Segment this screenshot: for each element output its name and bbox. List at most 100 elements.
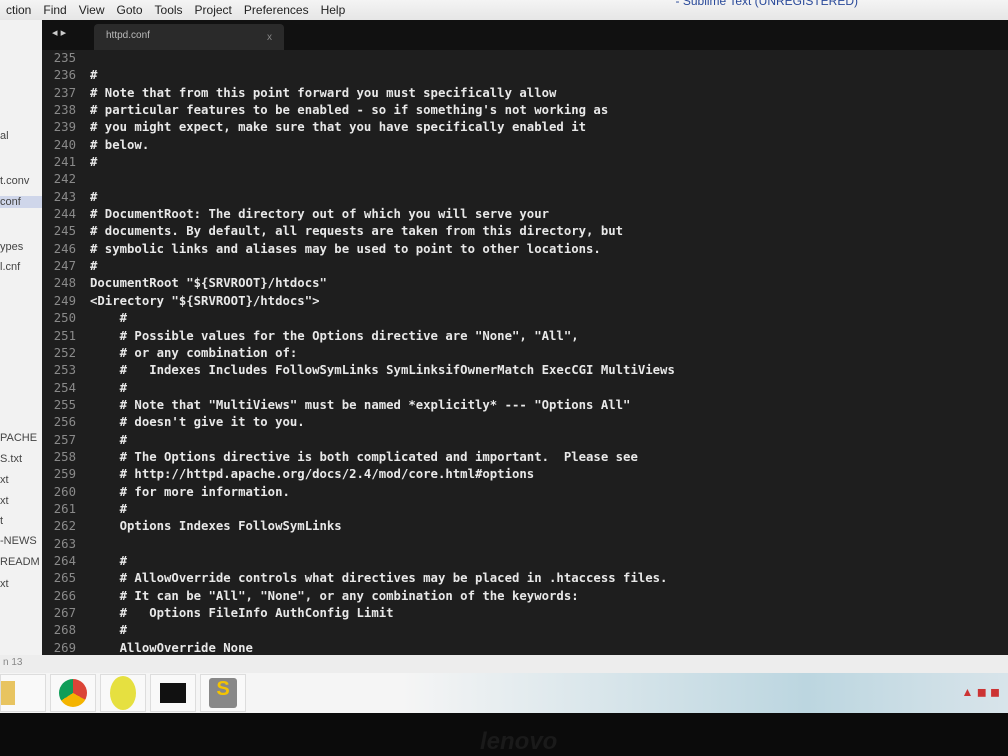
terminal-icon	[160, 683, 186, 703]
code-line: 243 #	[42, 189, 1008, 206]
line-number: 236	[53, 68, 76, 83]
line-number: 267	[53, 606, 76, 620]
sidebar-file-item[interactable]: al	[0, 130, 9, 142]
window-title: - Sublime Text (UNREGISTERED)	[675, 0, 858, 8]
line-text: <Directory "${SRVROOT}/htdocs">	[90, 293, 320, 308]
line-number: 249	[53, 293, 76, 308]
line-text: # particular features to be enabled - so…	[90, 103, 609, 118]
menu-tools[interactable]: Tools	[155, 3, 183, 17]
sidebar-file-item[interactable]: READM	[0, 556, 40, 568]
line-text: # or any combination of:	[90, 345, 298, 360]
code-area[interactable]: 235 236 #237 # Note that from this point fo…	[42, 50, 1008, 657]
taskbar-cmd[interactable]	[150, 674, 196, 712]
code-line: 256 # doesn't give it to you.	[42, 414, 1008, 431]
line-number: 254	[53, 380, 76, 395]
code-line: 242	[42, 171, 1008, 188]
menu-view[interactable]: View	[79, 3, 105, 17]
line-text: #	[90, 553, 128, 568]
sidebar-file-item[interactable]: S.txt	[0, 453, 22, 465]
tab-httpd-conf[interactable]: httpd.conf x	[94, 24, 284, 50]
menu-ction[interactable]: ction	[6, 3, 31, 17]
line-number: 246	[53, 241, 76, 256]
line-text: # DocumentRoot: The directory out of whi…	[90, 207, 550, 222]
sidebar-file-item[interactable]: -NEWS	[0, 535, 37, 547]
tab-nav-arrows-icon[interactable]: ◂ ▸	[52, 26, 66, 39]
sidebar-file-item[interactable]: conf	[0, 196, 42, 208]
taskbar-explorer[interactable]	[0, 674, 46, 712]
line-number: 248	[53, 276, 76, 291]
line-text: #	[90, 259, 98, 274]
taskbar-app[interactable]	[100, 674, 146, 712]
code-line: 240 # below.	[42, 137, 1008, 154]
line-text: # symbolic links and aliases may be used…	[90, 241, 601, 256]
close-icon[interactable]: x	[267, 32, 272, 43]
code-line: 253 # Indexes Includes FollowSymLinks Sy…	[42, 362, 1008, 379]
line-text: # Possible values for the Options direct…	[90, 328, 579, 343]
line-text: #	[90, 155, 98, 170]
menu-preferences[interactable]: Preferences	[244, 3, 309, 17]
line-text: # you might expect, make sure that you h…	[90, 120, 587, 135]
code-line: 262 Options Indexes FollowSymLinks	[42, 518, 1008, 535]
line-number: 251	[53, 328, 76, 343]
taskbar-sublime[interactable]: S	[200, 674, 246, 712]
code-line: 249 <Directory "${SRVROOT}/htdocs">	[42, 293, 1008, 310]
sublime-text-icon: S	[209, 678, 237, 708]
sidebar-file-item[interactable]: t.conv	[0, 175, 29, 187]
code-line: 235	[42, 50, 1008, 67]
code-line: 251 # Possible values for the Options di…	[42, 328, 1008, 345]
system-tray-icons[interactable]: ▲ ◼ ◼	[962, 685, 1000, 699]
sidebar: al t.conv conf ypes l.cnf PACHE S.txt xt xt t -NEW…	[0, 20, 42, 655]
sidebar-file-item[interactable]: PACHE	[0, 432, 37, 444]
line-number: 256	[53, 415, 76, 430]
sidebar-file-item[interactable]: xt	[0, 578, 9, 590]
line-text: #	[90, 68, 98, 83]
line-text: DocumentRoot "${SRVROOT}/htdocs"	[90, 276, 327, 291]
line-number: 235	[53, 51, 76, 65]
code-line: 263	[42, 536, 1008, 553]
line-text: # documents. By default, all requests ar…	[90, 224, 624, 239]
line-number: 253	[53, 363, 76, 378]
line-number: 261	[53, 501, 76, 516]
sidebar-file-item[interactable]: l.cnf	[0, 261, 20, 273]
line-text: #	[90, 311, 128, 326]
code-line: 244 # DocumentRoot: The directory out of …	[42, 206, 1008, 223]
sidebar-file-item[interactable]: xt	[0, 495, 9, 507]
line-text: AllowOverride None	[90, 640, 253, 655]
line-number: 263	[53, 536, 76, 551]
sidebar-file-item[interactable]: t	[0, 515, 3, 527]
line-number: 244	[53, 207, 76, 222]
taskbar-chrome[interactable]	[50, 674, 96, 712]
menu-find[interactable]: Find	[43, 3, 66, 17]
sidebar-file-item[interactable]: xt	[0, 474, 9, 486]
line-text: #	[90, 380, 128, 395]
line-number: 245	[53, 224, 76, 239]
folder-icon	[1, 681, 15, 705]
tab-label: httpd.conf	[106, 30, 150, 41]
line-number: 262	[53, 519, 76, 534]
line-number: 243	[53, 189, 76, 204]
line-text: #	[90, 432, 128, 447]
line-text: # It can be "All", "None", or any combin…	[90, 588, 579, 603]
sidebar-file-item[interactable]: ypes	[0, 241, 23, 253]
code-line: 261 #	[42, 501, 1008, 518]
menu-project[interactable]: Project	[195, 3, 232, 17]
code-line: 239 # you might expect, make sure that yo…	[42, 119, 1008, 136]
line-text: # The Options directive is both complica…	[90, 449, 638, 464]
code-line: 265 # AllowOverride controls what direct…	[42, 570, 1008, 587]
line-text: # Indexes Includes FollowSymLinks SymLin…	[90, 363, 675, 378]
code-line: 255 # Note that "MultiViews" must be nam…	[42, 397, 1008, 414]
line-text: # for more information.	[90, 484, 290, 499]
code-line: 268 #	[42, 622, 1008, 639]
line-number: 252	[53, 345, 76, 360]
line-text: #	[90, 623, 128, 638]
line-number: 242	[53, 172, 76, 187]
line-text: # doesn't give it to you.	[90, 415, 305, 430]
line-text: #	[90, 189, 98, 204]
code-line: 241 #	[42, 154, 1008, 171]
status-bar: n 13	[0, 655, 1008, 673]
line-text: # below.	[90, 137, 150, 152]
menu-goto[interactable]: Goto	[117, 3, 143, 17]
line-number: 237	[53, 85, 76, 100]
menu-help[interactable]: Help	[321, 3, 346, 17]
line-number: 250	[53, 311, 76, 326]
